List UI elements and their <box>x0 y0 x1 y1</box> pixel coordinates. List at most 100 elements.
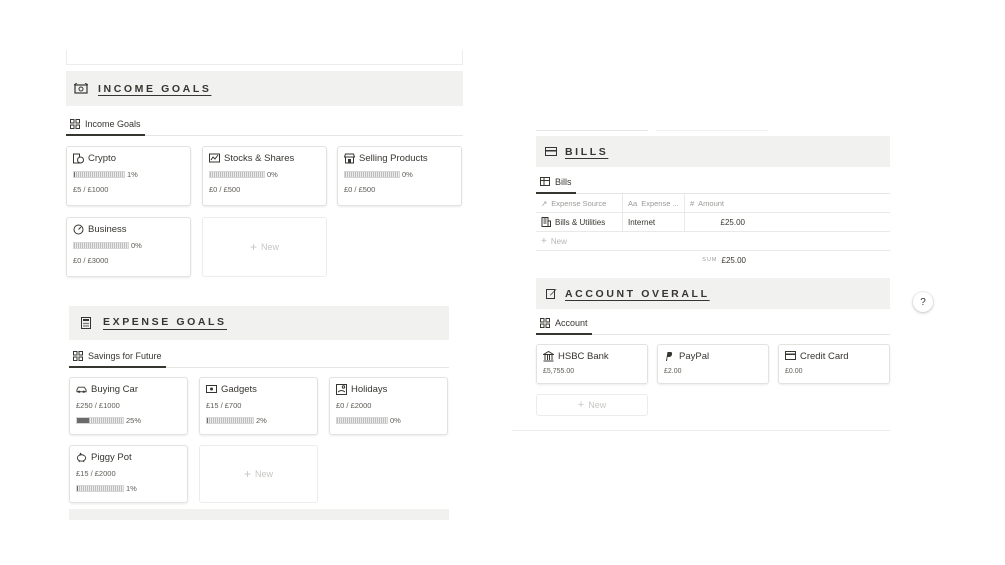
bank-icon <box>543 351 554 362</box>
tab-savings-label: Savings for Future <box>88 351 162 361</box>
progress-label: 0% <box>131 241 142 250</box>
progress-bar <box>73 242 129 249</box>
column-header-amount[interactable]: # Amount <box>685 194 755 212</box>
money-icon <box>74 82 88 96</box>
expense-card-gadgets[interactable]: Gadgets £15 / £700 2% <box>199 377 318 435</box>
new-row-cell: + New <box>541 235 567 247</box>
help-label: ? <box>920 296 926 308</box>
income-card-business[interactable]: Business 0% £0 / £3000 <box>66 217 191 277</box>
account-overall-title: ACCOUNT OVERALL <box>565 287 710 300</box>
tab-account[interactable]: Account <box>536 318 592 335</box>
gallery-view-icon <box>540 318 550 328</box>
bills-new-row-button[interactable]: + New <box>536 232 890 251</box>
progress-bar <box>206 417 254 424</box>
piggy-bank-icon <box>76 452 87 463</box>
progress-bar <box>336 417 388 424</box>
progress-label: 0% <box>267 170 278 179</box>
paypal-icon <box>664 351 675 362</box>
expense-card-piggy-pot[interactable]: Piggy Pot £15 / £2000 1% <box>69 445 188 503</box>
income-card-selling[interactable]: Selling Products 0% £0 / £500 <box>337 146 462 206</box>
income-new-button[interactable]: + New <box>202 217 327 277</box>
plus-icon: + <box>577 399 585 411</box>
income-card-title: Business <box>88 224 127 235</box>
column-header-expense-source[interactable]: ↗ Expense Source <box>536 194 623 212</box>
previous-block-stub-right <box>536 128 648 131</box>
cell-amount[interactable]: £25.00 <box>685 213 745 231</box>
bills-table-header: ↗ Expense Source Aa Expense ... # Amount <box>536 194 890 213</box>
sum-value: £25.00 <box>721 255 746 265</box>
help-button[interactable]: ? <box>913 292 933 312</box>
shop-icon <box>344 153 355 164</box>
account-new-button[interactable]: + New <box>536 394 648 416</box>
expense-goals-tabbar: Savings for Future <box>69 348 449 368</box>
bills-title: BILLS <box>565 145 609 158</box>
income-card-title: Crypto <box>88 153 116 164</box>
progress-label: 2% <box>256 416 267 425</box>
amount-text: £15 / £2000 <box>76 469 116 478</box>
relation-arrow-icon: ↗ <box>541 198 548 208</box>
plus-icon: + <box>249 240 257 254</box>
progress-label: 1% <box>126 484 137 493</box>
progress-bar <box>73 171 125 178</box>
bills-tabbar: Bills <box>536 175 890 194</box>
income-card-crypto[interactable]: Crypto 1% £5 / £1000 <box>66 146 191 206</box>
progress-line: 0% <box>336 416 441 425</box>
credit-card-icon <box>785 351 796 362</box>
previous-block-stub-right-2 <box>656 128 768 131</box>
income-card-stocks[interactable]: Stocks & Shares 0% £0 / £500 <box>202 146 327 206</box>
progress-label: 0% <box>390 416 401 425</box>
edit-icon <box>544 287 558 301</box>
calculator-icon <box>79 316 93 330</box>
plus-icon: + <box>541 235 547 247</box>
gadget-icon <box>206 384 217 395</box>
amount-text: £0.00 <box>785 368 803 375</box>
coins-icon <box>73 153 84 164</box>
progress-label: 25% <box>126 416 142 425</box>
expense-goals-title: EXPENSE GOALS <box>103 316 227 330</box>
income-card-title: Selling Products <box>359 153 428 164</box>
amount-text: £0 / £3000 <box>73 256 109 265</box>
income-goals-tabbar: Income Goals <box>66 116 463 136</box>
expense-card-title: Buying Car <box>91 384 138 395</box>
tab-income-goals-label: Income Goals <box>85 119 141 129</box>
expense-new-button[interactable]: + New <box>199 445 318 503</box>
expense-card-holidays[interactable]: Holidays £0 / £2000 0% <box>329 377 448 435</box>
amount-text: £250 / £1000 <box>76 401 120 410</box>
text-property-icon: Aa <box>628 198 638 208</box>
bills-sum[interactable]: SUM £25.00 <box>690 254 746 266</box>
expense-card-title: Holidays <box>351 384 388 395</box>
car-icon <box>76 384 87 395</box>
sum-label: SUM <box>702 257 718 263</box>
column-header-expense[interactable]: Aa Expense ... <box>623 194 685 212</box>
progress-bar <box>209 171 265 178</box>
account-card-paypal[interactable]: PayPal £2.00 <box>657 344 769 384</box>
account-card-credit-card[interactable]: Credit Card £0.00 <box>778 344 890 384</box>
account-card-title: Credit Card <box>800 351 849 362</box>
expense-goals-header: EXPENSE GOALS <box>69 306 449 340</box>
previous-block-stub <box>66 50 463 65</box>
number-property-icon: # <box>690 198 695 208</box>
tab-bills[interactable]: Bills <box>536 177 576 194</box>
tab-income-goals[interactable]: Income Goals <box>66 119 145 136</box>
account-tabbar: Account <box>536 316 890 335</box>
tab-account-label: Account <box>555 318 588 328</box>
table-row[interactable]: Bills & Utilities Internet £25.00 <box>536 213 890 232</box>
divider <box>512 430 890 431</box>
amount-text: £5 / £1000 <box>73 185 109 194</box>
progress-label: 1% <box>127 170 138 179</box>
amount-text: £15 / £700 <box>206 401 242 410</box>
progress-fill <box>207 418 208 423</box>
plus-icon: + <box>243 467 251 481</box>
cell-expense[interactable]: Internet <box>623 213 685 231</box>
progress-fill <box>74 172 75 177</box>
tab-savings-for-future[interactable]: Savings for Future <box>69 351 166 368</box>
stock-chart-icon <box>209 153 220 164</box>
progress-bar <box>76 417 124 424</box>
progress-bar <box>76 485 124 492</box>
expense-card-buying-car[interactable]: Buying Car £250 / £1000 25% <box>69 377 188 435</box>
account-card-hsbc[interactable]: HSBC Bank £5,755.00 <box>536 344 648 384</box>
progress-line: 0% <box>209 170 320 179</box>
expense-card-title: Piggy Pot <box>91 452 132 463</box>
progress-line: 1% <box>73 170 184 179</box>
cell-expense-source[interactable]: Bills & Utilities <box>536 213 623 231</box>
